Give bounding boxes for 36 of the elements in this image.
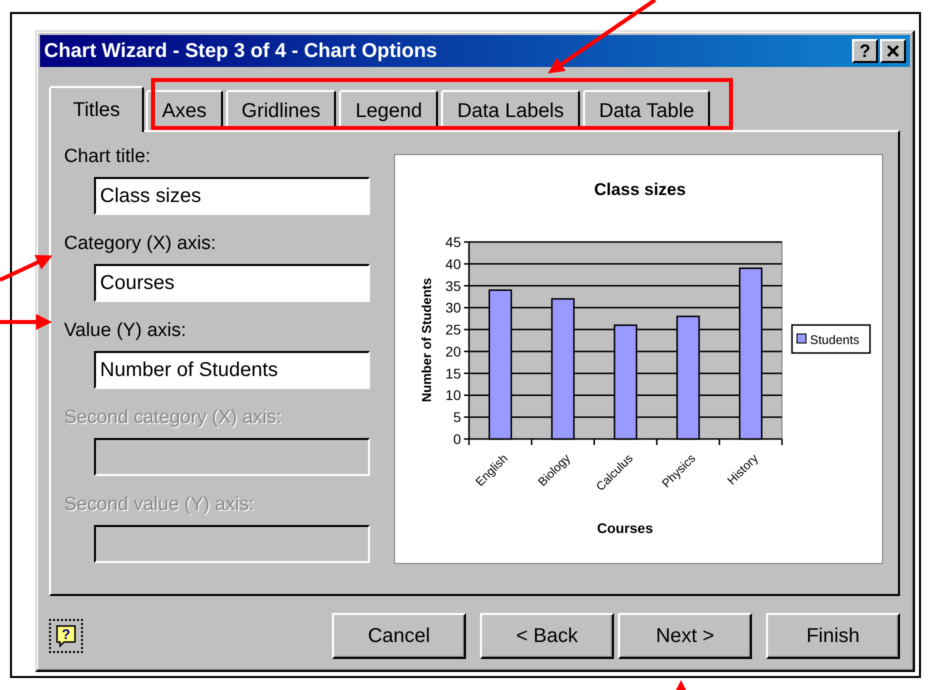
tick-label: 30	[445, 300, 461, 316]
tick-label: 45	[445, 234, 461, 250]
annotation-arrow	[0, 255, 52, 282]
chart-title: Class sizes	[594, 180, 686, 199]
help-icon[interactable]: ?	[49, 619, 83, 653]
dialog-button[interactable]: Finish	[766, 613, 900, 659]
dialog-button[interactable]: Next >	[618, 613, 752, 659]
tick-label: 15	[445, 365, 461, 382]
annotation-arrow	[0, 314, 52, 330]
axis-title: Courses	[596, 520, 654, 536]
close-icon	[886, 44, 900, 58]
field-label: Second value (Y) axis:	[64, 494, 256, 517]
window-title: Chart Wizard - Step 3 of 4 - Chart Options	[44, 40, 438, 62]
tick-label: 10	[445, 387, 461, 404]
help-button[interactable]: ?	[852, 39, 878, 63]
tick-label: 5	[453, 409, 461, 426]
field-label: Chart title:	[64, 146, 152, 169]
input-field[interactable]: Class sizes	[94, 177, 370, 215]
input-field[interactable]: Courses	[94, 264, 370, 302]
close-button[interactable]	[880, 39, 906, 63]
tick-label: 40	[445, 256, 461, 272]
dialog-button[interactable]: < Back	[480, 613, 614, 659]
tick-label: 0	[453, 431, 461, 447]
field-label: Category (X) axis:	[64, 233, 218, 256]
legend-label: Students	[810, 333, 860, 347]
tab[interactable]: Titles	[49, 86, 144, 132]
tick-label: 20	[445, 343, 461, 360]
tick-label: 35	[445, 278, 461, 294]
tick-label: 25	[445, 322, 461, 338]
dialog-button[interactable]: Cancel	[332, 613, 466, 659]
axis-title: Number of Students	[419, 278, 434, 402]
annotation-arrow	[676, 680, 686, 690]
field-label: Value (Y) axis:	[64, 320, 188, 343]
field-label: Second category (X) axis:	[64, 407, 283, 430]
input-field[interactable]: Number of Students	[94, 351, 370, 389]
legend-swatch	[796, 334, 806, 344]
